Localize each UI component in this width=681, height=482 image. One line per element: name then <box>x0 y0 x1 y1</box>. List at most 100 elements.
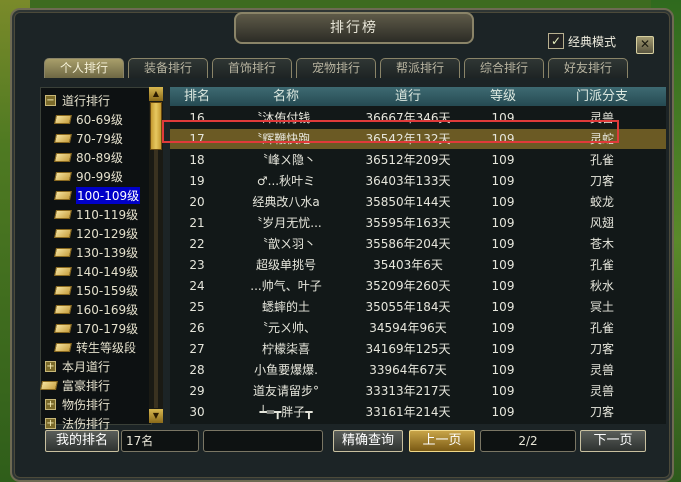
tree-item-level[interactable]: 120-129级 <box>55 224 138 242</box>
tree-scrollbar[interactable]: ▲ ▼ <box>149 87 163 423</box>
table-row[interactable]: 21 〝岁月无忧... 35595年163天 109 风翅 <box>170 213 666 233</box>
tree-item-rebirth[interactable]: 转生等级段 <box>55 338 136 356</box>
book-icon <box>55 266 71 277</box>
tree-item-level[interactable]: 80-89级 <box>55 148 123 166</box>
tree-item-monthly[interactable]: + 本月道行 <box>45 357 110 375</box>
table-row[interactable]: 26 〝元ㄨ帅、 34594年96天 109 孔雀 <box>170 318 666 338</box>
table-row[interactable]: 19 ♂...秋叶ミ 36403年133天 109 刀客 <box>170 171 666 191</box>
tree-item-level[interactable]: 70-79级 <box>55 129 123 147</box>
cell-level: 109 <box>491 195 515 209</box>
cell-name: 超级单挑号 <box>255 258 316 272</box>
expand-icon[interactable]: + <box>45 398 56 410</box>
cell-school: 刀客 <box>589 405 614 419</box>
classic-mode-toggle[interactable]: ✓ 经典模式 <box>548 32 616 50</box>
cell-level: 109 <box>491 363 515 377</box>
cell-daoheng: 35055年184天 <box>365 300 451 314</box>
table-row[interactable]: 22 〝歆ㄨ羽丶 35586年204天 109 苍木 <box>170 234 666 254</box>
tree-item-label: 道行排行 <box>62 93 111 108</box>
cell-daoheng: 35403年6天 <box>373 258 443 272</box>
cell-rank: 18 <box>189 153 205 167</box>
prev-page-button[interactable]: 上一页 <box>409 430 475 452</box>
table-row[interactable]: 30 ┷═┳胖子┳ 33161年214天 109 刀客 <box>170 402 666 422</box>
query-input[interactable] <box>203 430 323 452</box>
tab-overall[interactable]: 综合排行 <box>464 58 544 78</box>
tab-equipment[interactable]: 装备排行 <box>128 58 208 78</box>
book-icon <box>55 114 71 125</box>
header-daoheng[interactable]: 道行 <box>348 87 468 106</box>
cell-level: 109 <box>491 384 515 398</box>
expand-icon[interactable]: + <box>45 417 56 429</box>
tree-item-level[interactable]: 60-69级 <box>55 110 123 128</box>
scroll-down-button[interactable]: ▼ <box>149 409 163 423</box>
cell-name: 小鱼要爆爆. <box>254 363 318 377</box>
cell-level: 109 <box>491 153 515 167</box>
cell-school: 孔雀 <box>589 258 614 272</box>
table-row[interactable]: 23 超级单挑号 35403年6天 109 孔雀 <box>170 255 666 275</box>
cell-rank: 28 <box>189 363 205 377</box>
tree-item-level[interactable]: 150-159级 <box>55 281 138 299</box>
tree-item-label: 120-129级 <box>76 226 139 241</box>
category-tree: − 道行排行 60-69级 70-79级 80-89级 90-99级 100-1… <box>40 87 152 431</box>
tab-guild[interactable]: 帮派排行 <box>380 58 460 78</box>
cell-rank: 19 <box>189 174 205 188</box>
tree-item-level[interactable]: 90-99级 <box>55 167 123 185</box>
tree-item-label: 70-79级 <box>76 131 123 146</box>
cell-name: 蟋蟀的土 <box>261 300 310 314</box>
table-row[interactable]: 27 柠檬柒喜 34169年125天 109 刀客 <box>170 339 666 359</box>
window-title-plate: 排行榜 <box>234 12 474 44</box>
tree-item-daoheng[interactable]: − 道行排行 <box>45 91 110 109</box>
expand-icon[interactable]: + <box>45 360 56 372</box>
cell-level: 109 <box>491 279 515 293</box>
cell-rank: 23 <box>189 258 205 272</box>
header-level[interactable]: 等级 <box>468 87 538 106</box>
table-row[interactable]: 24 ...帅气、叶子 35209年260天 109 秋水 <box>170 276 666 296</box>
tree-item-level[interactable]: 130-139级 <box>55 243 138 261</box>
tab-personal[interactable]: 个人排行 <box>44 58 124 78</box>
cell-name: 〝岁月无忧... <box>250 216 322 230</box>
cell-rank: 24 <box>189 279 205 293</box>
next-page-button[interactable]: 下一页 <box>580 430 646 452</box>
scroll-thumb[interactable] <box>150 102 162 150</box>
cell-daoheng: 35586年204天 <box>365 237 451 251</box>
cell-daoheng: 35850年144天 <box>365 195 451 209</box>
cell-daoheng: 35595年163天 <box>365 216 451 230</box>
search-button[interactable]: 精确查询 <box>333 430 403 452</box>
tab-pet[interactable]: 宠物排行 <box>296 58 376 78</box>
tree-item-label: 本月道行 <box>62 359 111 374</box>
classic-mode-checkbox[interactable]: ✓ <box>548 33 564 49</box>
book-icon <box>55 285 71 296</box>
close-button[interactable]: ✕ <box>636 36 654 54</box>
cell-rank: 20 <box>189 195 205 209</box>
tree-item-level[interactable]: 110-119级 <box>55 205 138 223</box>
my-rank-field: 17名 <box>121 430 199 452</box>
my-rank-button[interactable]: 我的排名 <box>45 430 119 452</box>
table-row[interactable]: 29 道友请留步° 33313年217天 109 灵兽 <box>170 381 666 401</box>
tree-item-level[interactable]: 160-169级 <box>55 300 138 318</box>
tab-jewelry[interactable]: 首饰排行 <box>212 58 292 78</box>
table-row[interactable]: 25 蟋蟀的土 35055年184天 109 冥土 <box>170 297 666 317</box>
cell-school: 秋水 <box>589 279 614 293</box>
cell-level: 109 <box>491 258 515 272</box>
header-school[interactable]: 门派分支 <box>538 87 666 106</box>
tree-item-physical[interactable]: + 物伤排行 <box>45 395 110 413</box>
cell-school: 灵兽 <box>589 363 614 377</box>
tree-item-level[interactable]: 170-179级 <box>55 319 138 337</box>
cell-rank: 22 <box>189 237 205 251</box>
table-row[interactable]: 20 经典改八水a 35850年144天 109 蛟龙 <box>170 192 666 212</box>
table-row[interactable]: 18 〝峰ㄨ隐丶 36512年209天 109 孔雀 <box>170 150 666 170</box>
book-icon <box>55 171 71 182</box>
tab-friends[interactable]: 好友排行 <box>548 58 628 78</box>
cell-name: 〝歆ㄨ羽丶 <box>255 237 316 251</box>
scroll-track[interactable] <box>154 150 158 408</box>
table-row[interactable]: 28 小鱼要爆爆. 33964年67天 109 灵兽 <box>170 360 666 380</box>
tree-item-level-selected[interactable]: 100-109级 <box>55 186 141 204</box>
tree-item-wealth[interactable]: 富豪排行 <box>41 376 110 394</box>
collapse-icon[interactable]: − <box>45 94 56 106</box>
scroll-up-button[interactable]: ▲ <box>149 87 163 101</box>
cell-level: 109 <box>491 216 515 230</box>
tree-item-label: 100-109级 <box>76 186 141 204</box>
tree-item-level[interactable]: 140-149级 <box>55 262 138 280</box>
header-name[interactable]: 名称 <box>224 87 348 106</box>
tree-item-label: 转生等级段 <box>76 340 137 355</box>
header-rank[interactable]: 排名 <box>170 87 224 106</box>
